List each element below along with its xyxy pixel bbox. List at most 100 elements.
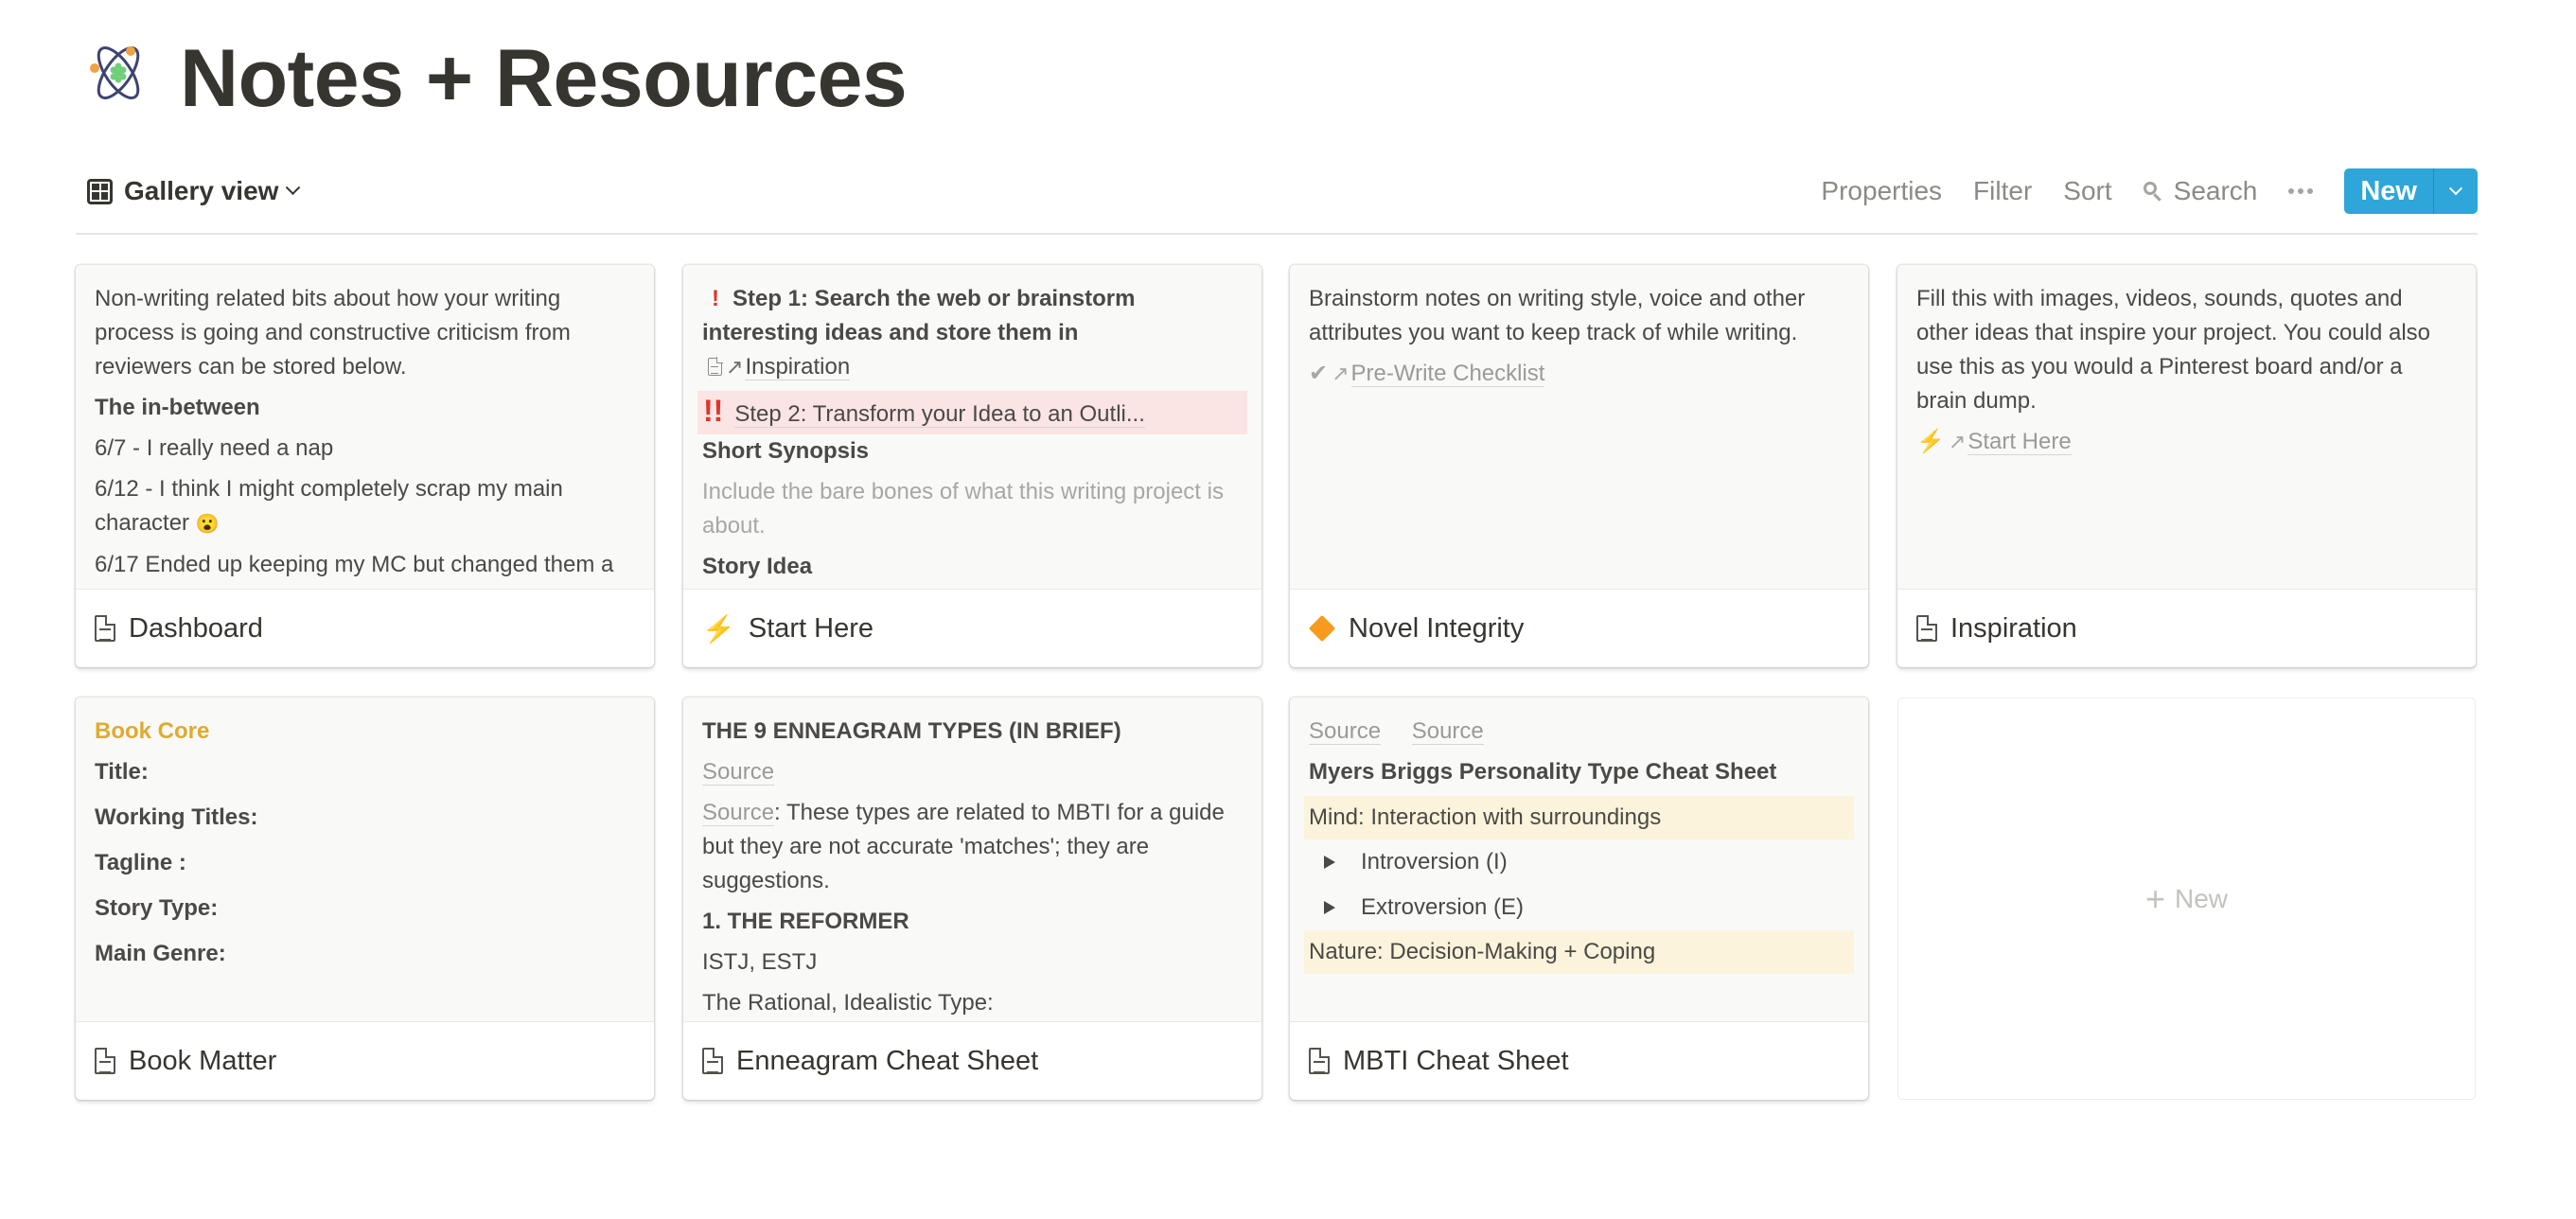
toggle-introversion[interactable]: Introversion (I): [1309, 845, 1849, 879]
link-text: Inspiration: [745, 354, 851, 380]
card-title: Dashboard: [129, 612, 263, 644]
card-footer: MBTI Cheat Sheet: [1290, 1022, 1868, 1100]
toggle-triangle-icon[interactable]: [1324, 856, 1335, 869]
preview-text: Non-writing related bits about how your …: [95, 286, 571, 380]
checkmark-icon: ✔: [1309, 361, 1329, 386]
step2-text: Step 2: Transform your Idea to an Outli.…: [734, 401, 1145, 428]
new-dropdown-button[interactable]: [2433, 168, 2478, 214]
view-switcher[interactable]: Gallery view: [76, 176, 301, 206]
gallery-card-enneagram[interactable]: THE 9 ENNEAGRAM TYPES (IN BRIEF) Source …: [683, 698, 1262, 1100]
search-button[interactable]: Search: [2143, 176, 2258, 206]
card-title: Start Here: [748, 612, 874, 644]
card-preview: Brainstorm notes on writing style, voice…: [1290, 265, 1868, 590]
page-icon: [708, 357, 723, 376]
pre-write-checklist-link[interactable]: ✔ ↗Pre-Write Checklist: [1309, 357, 1849, 391]
section-mind: Mind: Interaction with surroundings: [1304, 796, 1854, 839]
field-working-titles: Working Titles:: [95, 804, 258, 830]
gallery-card-mbti[interactable]: Source Source Myers Briggs Personality T…: [1290, 698, 1868, 1100]
preview-placeholder: Include the bare bones of what this writ…: [702, 479, 1224, 539]
mbti-types: ISTJ, ESTJ: [702, 949, 818, 975]
add-new-label: New: [2175, 883, 2229, 913]
field-title: Title:: [95, 759, 149, 785]
field-main-genre: Main Genre:: [95, 941, 226, 966]
card-title: Inspiration: [1950, 612, 2077, 644]
step1-text: Step 1: Search the web or brainstorm int…: [702, 286, 1136, 345]
plus-icon: +: [2144, 878, 2165, 918]
card-preview: ! Step 1: Search the web or brainstorm in…: [683, 265, 1262, 590]
toggle-triangle-icon[interactable]: [1324, 901, 1335, 914]
filter-button[interactable]: Filter: [1973, 176, 2032, 206]
source-description: : These types are related to MBTI for a …: [702, 800, 1225, 893]
preview-text: Source: These types are related to MBTI …: [702, 796, 1243, 898]
gallery-card-book-matter[interactable]: Book Core Title: Working Titles: Tagline…: [76, 698, 654, 1100]
chevron-down-icon: [286, 179, 301, 195]
search-label: Search: [2173, 176, 2258, 205]
card-preview: Book Core Title: Working Titles: Tagline…: [76, 698, 654, 1022]
card-preview: Non-writing related bits about how your …: [76, 265, 654, 590]
preview-text: Fill this with images, videos, sounds, q…: [1916, 286, 2431, 414]
chevron-down-icon: [2448, 182, 2463, 196]
link-arrow-icon: ↗: [726, 355, 744, 379]
card-title: Book Matter: [129, 1045, 277, 1076]
gallery-card-novel-integrity[interactable]: Brainstorm notes on writing style, voice…: [1290, 265, 1868, 667]
source-links: Source Source: [1309, 715, 1849, 749]
gallery-grid-icon: [87, 178, 113, 204]
gallery-card-dashboard[interactable]: Non-writing related bits about how your …: [76, 265, 654, 667]
gallery-card-inspiration[interactable]: Fill this with images, videos, sounds, q…: [1897, 265, 2476, 667]
link-arrow-icon: ↗: [1332, 362, 1350, 385]
card-preview: Fill this with images, videos, sounds, q…: [1897, 265, 2476, 590]
field-story-type: Story Type:: [95, 895, 219, 921]
link-arrow-icon: ↗: [1948, 430, 1967, 453]
card-footer: Book Matter: [76, 1022, 654, 1100]
link-text: Pre-Write Checklist: [1350, 361, 1545, 387]
field-tagline: Tagline :: [95, 850, 186, 875]
new-button-group: New: [2344, 168, 2478, 214]
new-button[interactable]: New: [2344, 168, 2433, 214]
start-here-link[interactable]: ⚡ ↗Start Here: [1916, 425, 2457, 459]
preview-step1: ! Step 1: Search the web or brainstorm in…: [702, 282, 1243, 384]
card-footer: Enneagram Cheat Sheet: [683, 1022, 1262, 1100]
preview-heading: Book Core: [95, 718, 210, 744]
preview-clipped: Story Idea: [702, 554, 813, 579]
card-footer: ⚡ Start Here: [683, 590, 1262, 667]
link-text: Start Here: [1967, 429, 2072, 455]
page-icon: [702, 1048, 723, 1074]
page-icon: [95, 1048, 115, 1074]
preview-step2[interactable]: !! Step 2: Transform your Idea to an Outl…: [697, 391, 1247, 434]
gallery-card-start-here[interactable]: ! Step 1: Search the web or brainstorm in…: [683, 265, 1262, 667]
preview-heading: The in-between: [95, 395, 260, 420]
search-icon: [2143, 182, 2162, 201]
more-options-icon[interactable]: [2288, 188, 2314, 194]
toggle-label: Introversion (I): [1361, 849, 1508, 874]
sort-button[interactable]: Sort: [2063, 176, 2111, 206]
orange-diamond-icon: [1308, 614, 1336, 643]
preview-entry: 6/7 - I really need a nap: [95, 435, 334, 461]
source-link[interactable]: Source: [1411, 718, 1484, 745]
card-title: MBTI Cheat Sheet: [1343, 1045, 1569, 1076]
preview-entry: 6/12 - I think I might completely scrap …: [95, 472, 635, 541]
link-text: Source: [702, 759, 775, 786]
card-footer: Novel Integrity: [1290, 590, 1868, 667]
type-heading: 1. THE REFORMER: [702, 909, 909, 934]
preview-text: Brainstorm notes on writing style, voice…: [1309, 286, 1806, 345]
preview-heading: THE 9 ENNEAGRAM TYPES (IN BRIEF): [702, 718, 1121, 744]
toggle-label: Extroversion (E): [1361, 894, 1525, 920]
lightning-icon: ⚡: [1916, 429, 1945, 454]
page-icon: [1916, 615, 1937, 642]
source-link[interactable]: Source: [1309, 718, 1382, 745]
card-footer: Inspiration: [1897, 590, 2476, 667]
inspiration-link[interactable]: ↗Inspiration: [702, 354, 851, 380]
card-footer: Dashboard: [76, 590, 654, 667]
entry-text: 6/12 - I think I might completely scrap …: [95, 476, 563, 536]
card-title: Enneagram Cheat Sheet: [736, 1045, 1039, 1076]
toolbar-divider: [76, 233, 2478, 235]
exclamation-icon: !: [712, 286, 719, 311]
toggle-extroversion[interactable]: Extroversion (E): [1309, 891, 1849, 925]
source-inline-link[interactable]: Source: [702, 800, 775, 826]
preview-heading: Short Synopsis: [702, 438, 870, 464]
add-new-card[interactable]: + New: [1897, 698, 2476, 1100]
atom-icon[interactable]: [87, 40, 150, 106]
source-link[interactable]: Source: [702, 755, 1243, 789]
properties-button[interactable]: Properties: [1821, 176, 1942, 206]
page-icon: [1309, 1048, 1330, 1074]
